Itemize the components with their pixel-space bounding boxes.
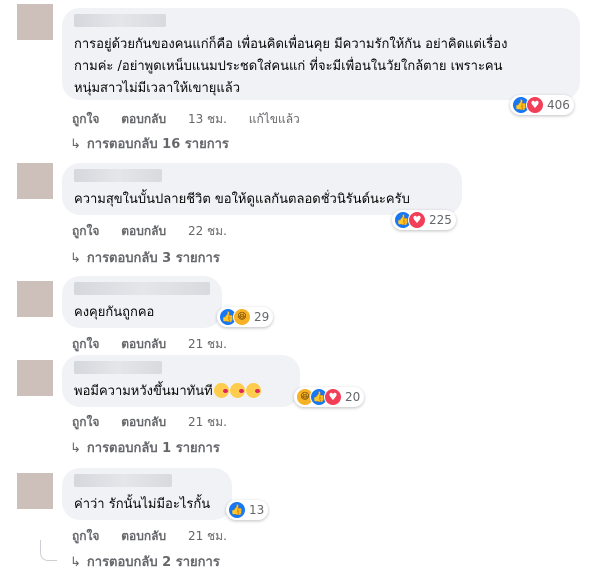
reaction-summary[interactable]: 👍 ♥ 225 xyxy=(392,210,456,230)
view-replies-button[interactable]: ↳ การตอบกลับ 1 รายการ xyxy=(70,437,220,458)
comment-actions: ถูกใจ ตอบกลับ 21 ชม. xyxy=(72,527,245,546)
comment-line: คงคุยกันถูกคอ xyxy=(74,305,155,320)
view-replies-button[interactable]: ↳ การตอบกลับ 16 รายการ xyxy=(70,133,229,154)
reply-arrow-icon: ↳ xyxy=(70,251,81,266)
comment-text: ค่าว่า รักนั้นไม่มีอะไรกั้น xyxy=(74,494,210,516)
comment-text: การอยู่ด้วยกันของคนแก่ก็คือ เพื่อนคิดเพื… xyxy=(74,34,507,100)
comment-bubble: พอมีความหวังขึ้นมาทันที xyxy=(62,355,300,407)
haha-icon: 😆 xyxy=(233,308,251,326)
comment-actions: ถูกใจ ตอบกลับ 13 ชม. แก้ไขแล้ว xyxy=(72,110,318,129)
author-name[interactable] xyxy=(74,282,210,295)
comment-bubble: การอยู่ด้วยกันของคนแก่ก็คือ เพื่อนคิดเพื… xyxy=(62,8,580,100)
like-button[interactable]: ถูกใจ xyxy=(72,224,99,238)
avatar[interactable] xyxy=(17,360,53,396)
avatar[interactable] xyxy=(17,163,53,199)
avatar[interactable] xyxy=(17,281,53,317)
comment-line: ค่าว่า รักนั้นไม่มีอะไรกั้น xyxy=(74,497,211,512)
comment-line: หนุ่มสาวไม่มีเวลาให้เขายุแล้ว xyxy=(74,81,241,96)
timestamp[interactable]: 22 ชม. xyxy=(188,224,227,238)
reaction-count: 13 xyxy=(249,503,265,517)
love-icon: ♥ xyxy=(408,211,426,229)
replies-label: การตอบกลับ 1 รายการ xyxy=(86,441,220,456)
reply-arrow-icon: ↳ xyxy=(70,555,81,570)
comment-actions: ถูกใจ ตอบกลับ 22 ชม. xyxy=(72,222,245,241)
timestamp[interactable]: 21 ชม. xyxy=(188,529,227,543)
replies-label: การตอบกลับ 16 รายการ xyxy=(86,137,229,152)
comment-bubble: ค่าว่า รักนั้นไม่มีอะไรกั้น xyxy=(62,468,232,520)
comment-bubble: ความสุขในบั้นปลายชีวิต ขอให้ดูแลกันตลอดช… xyxy=(62,163,462,215)
reply-button[interactable]: ตอบกลับ xyxy=(121,415,166,429)
like-button[interactable]: ถูกใจ xyxy=(72,337,99,351)
reaction-count: 29 xyxy=(254,310,270,324)
replies-label: การตอบกลับ 3 รายการ xyxy=(86,251,220,266)
author-name[interactable] xyxy=(74,474,172,487)
timestamp[interactable]: 21 ชม. xyxy=(188,337,227,351)
author-name[interactable] xyxy=(74,169,162,182)
like-button[interactable]: ถูกใจ xyxy=(72,415,99,429)
kiss-emoji-icon xyxy=(229,383,245,398)
comment-line: พอมีความหวังขึ้นมาทันที xyxy=(74,384,213,399)
like-button[interactable]: ถูกใจ xyxy=(72,529,99,543)
avatar[interactable] xyxy=(17,4,53,40)
comment-line: กามค่ะ /อย่าพูดเหน็บแนมประชดใส่คนแก่ ที่… xyxy=(74,59,503,74)
edited-label: แก้ไขแล้ว xyxy=(248,112,300,126)
like-icon: 👍 xyxy=(228,501,246,519)
view-replies-button[interactable]: ↳ การตอบกลับ 3 รายการ xyxy=(70,247,220,268)
author-name[interactable] xyxy=(74,14,166,27)
replies-label: การตอบกลับ 2 รายการ xyxy=(86,555,220,570)
reply-button[interactable]: ตอบกลับ xyxy=(121,337,166,351)
kiss-emoji-icon xyxy=(245,383,261,398)
timestamp[interactable]: 21 ชม. xyxy=(188,415,227,429)
reaction-count: 406 xyxy=(547,98,570,112)
comment-line: ความสุขในบั้นปลายชีวิต ขอให้ดูแลกันตลอดช… xyxy=(74,192,410,207)
reply-arrow-icon: ↳ xyxy=(70,137,81,152)
comment-line: การอยู่ด้วยกันของคนแก่ก็คือ เพื่อนคิดเพื… xyxy=(74,37,508,52)
comment-text: คงคุยกันถูกคอ xyxy=(74,302,154,324)
like-button[interactable]: ถูกใจ xyxy=(72,112,99,126)
reaction-count: 20 xyxy=(345,390,361,404)
reaction-summary[interactable]: 👍 13 xyxy=(226,500,269,520)
reaction-count: 225 xyxy=(429,213,452,227)
comment-actions: ถูกใจ ตอบกลับ 21 ชม. xyxy=(72,413,245,432)
comment-text: ความสุขในบั้นปลายชีวิต ขอให้ดูแลกันตลอดช… xyxy=(74,189,410,211)
author-name[interactable] xyxy=(74,361,162,374)
kiss-emoji-icon xyxy=(213,383,229,398)
thread-connector xyxy=(40,540,57,561)
reply-button[interactable]: ตอบกลับ xyxy=(121,112,166,126)
comment-text: พอมีความหวังขึ้นมาทันที xyxy=(74,381,261,403)
reaction-summary[interactable]: 👍 😆 29 xyxy=(217,307,274,327)
reaction-summary[interactable]: 😆 👍 ♥ 20 xyxy=(294,387,365,407)
love-icon: ♥ xyxy=(324,388,342,406)
reply-button[interactable]: ตอบกลับ xyxy=(121,529,166,543)
reply-button[interactable]: ตอบกลับ xyxy=(121,224,166,238)
avatar[interactable] xyxy=(17,473,53,509)
comment-bubble: คงคุยกันถูกคอ xyxy=(62,276,222,328)
reply-arrow-icon: ↳ xyxy=(70,441,81,456)
comment-actions: ถูกใจ ตอบกลับ 21 ชม. xyxy=(72,335,245,354)
timestamp[interactable]: 13 ชม. xyxy=(188,112,227,126)
reaction-summary[interactable]: 👍 ♥ 406 xyxy=(510,95,574,115)
view-replies-button[interactable]: ↳ การตอบกลับ 2 รายการ xyxy=(70,551,220,572)
love-icon: ♥ xyxy=(526,96,544,114)
